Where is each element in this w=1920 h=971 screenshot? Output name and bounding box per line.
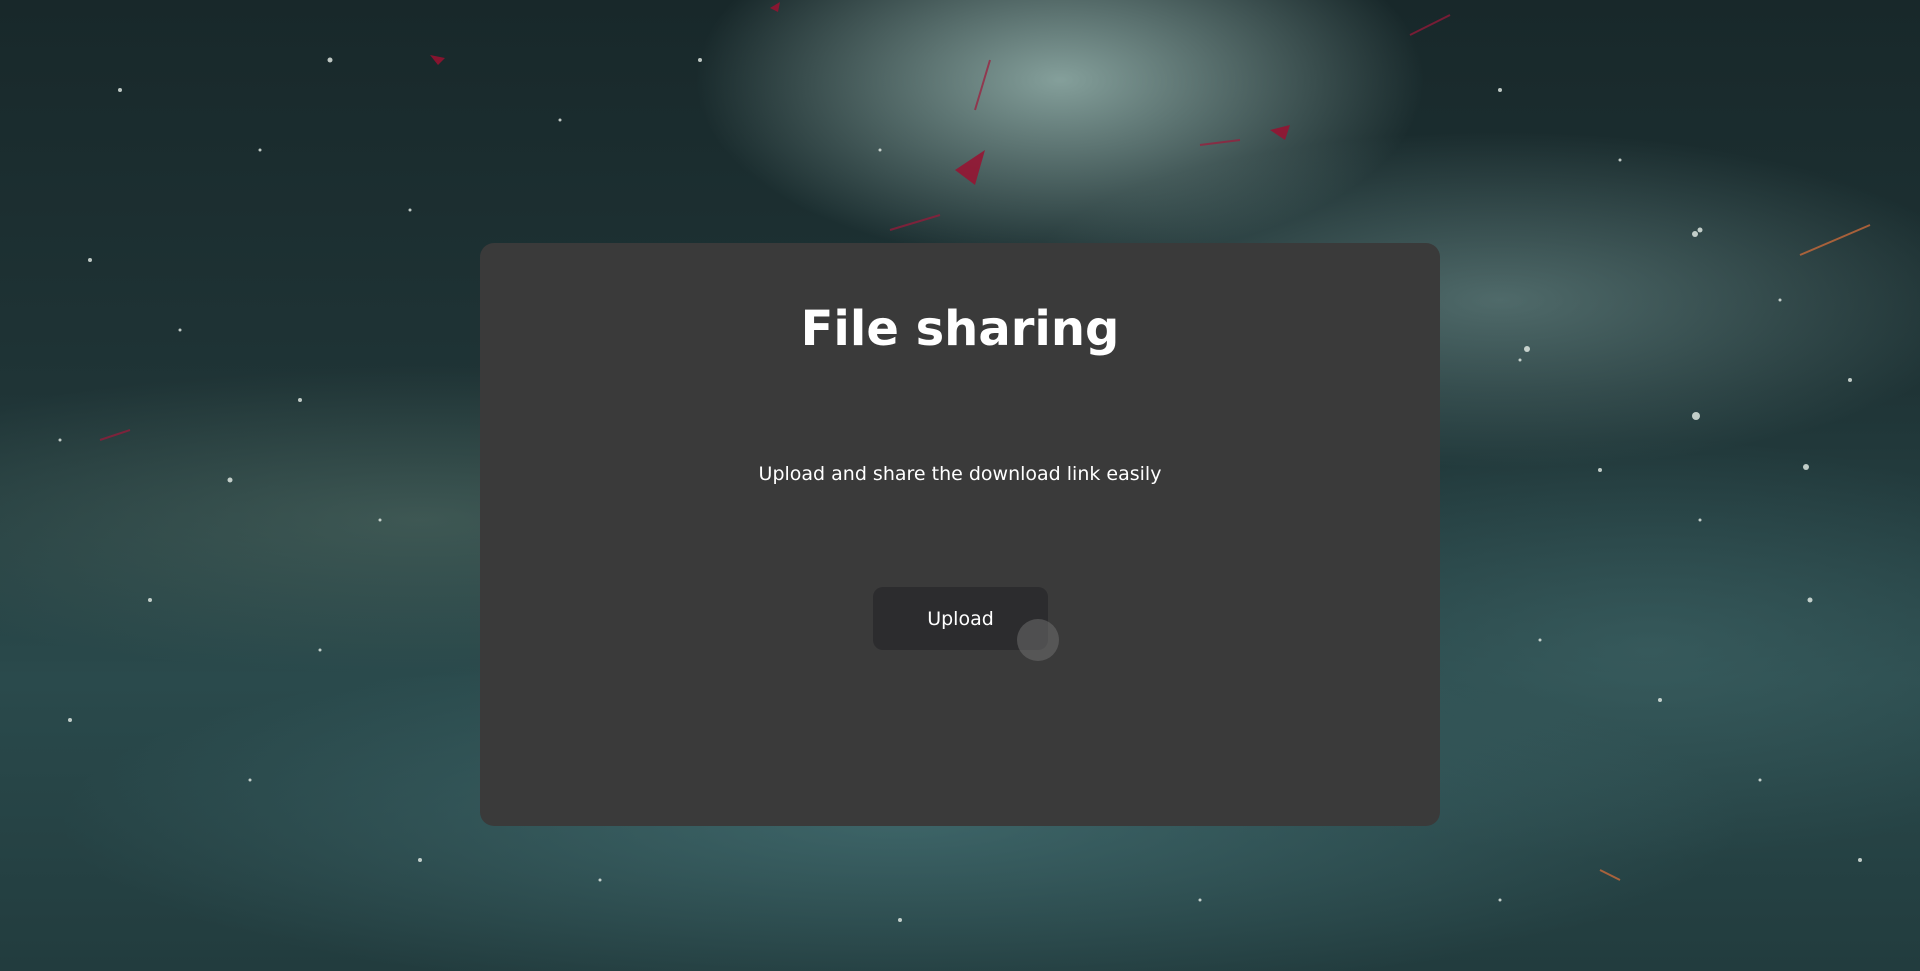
page-subtitle: Upload and share the download link easil… <box>758 463 1162 485</box>
upload-button[interactable]: Upload <box>873 587 1048 650</box>
file-sharing-card: File sharing Upload and share the downlo… <box>480 243 1440 826</box>
page-title: File sharing <box>800 301 1120 357</box>
